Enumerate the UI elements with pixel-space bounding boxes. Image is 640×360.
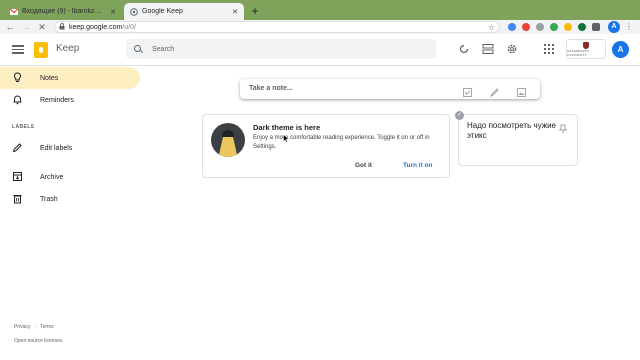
- sidebar-item-notes[interactable]: Notes: [0, 67, 140, 89]
- tab-gmail[interactable]: Входящие (9) - lbarnkz@gmail. ✕: [4, 3, 122, 20]
- mouse-cursor-icon: [283, 130, 290, 143]
- new-image-icon[interactable]: [517, 84, 526, 97]
- google-apps-icon[interactable]: [544, 44, 554, 54]
- account-avatar[interactable]: A: [612, 41, 629, 58]
- sidebar-item-label: Trash: [40, 195, 58, 203]
- org-logo-text: NAZARBAYEV UNIVERSITY: [567, 48, 590, 57]
- extension-icon[interactable]: [578, 23, 586, 31]
- promo-body: Enjoy a more comfortable reading experie…: [253, 135, 430, 150]
- lamp-illustration: [211, 123, 245, 157]
- lightbulb-icon: [12, 72, 23, 83]
- address-bar[interactable]: keep.google.com/u/0/ ☆: [54, 21, 500, 33]
- turn-it-on-button[interactable]: Turn it on: [399, 160, 436, 171]
- extensions-puzzle-icon[interactable]: [592, 23, 600, 31]
- sidebar-item-label: Archive: [40, 173, 64, 181]
- dark-theme-promo-card: Dark theme is here Enjoy a more comforta…: [202, 114, 450, 178]
- separator-dot: ·: [34, 324, 37, 330]
- tab-title: Входящие (9) - lbarnkz@gmail.: [22, 8, 106, 15]
- browser-menu-icon[interactable]: ⋮: [624, 21, 634, 33]
- forward-arrow-icon[interactable]: →: [20, 21, 32, 33]
- trash-icon: [12, 193, 23, 204]
- back-arrow-icon[interactable]: ←: [4, 21, 16, 33]
- keep-icon: [130, 7, 138, 16]
- tab-title: Google Keep: [142, 8, 183, 15]
- pencil-icon: [12, 142, 23, 153]
- new-drawing-brush-icon[interactable]: [489, 84, 499, 98]
- extension-icon[interactable]: [522, 23, 530, 31]
- settings-gear-icon[interactable]: [506, 43, 518, 55]
- extension-icon[interactable]: [564, 23, 572, 31]
- select-note-check-icon[interactable]: ✓: [455, 111, 464, 120]
- app-header: Keep Search NAZARBAYEV UNIVERSITY A: [0, 34, 640, 66]
- archive-icon: [12, 171, 23, 182]
- tab-strip: Входящие (9) - lbarnkz@gmail. ✕ Google K…: [0, 0, 640, 20]
- extension-icon[interactable]: [550, 23, 558, 31]
- browser-profile-avatar[interactable]: A: [608, 21, 620, 33]
- keep-logo-icon[interactable]: [34, 42, 48, 58]
- main-menu-icon[interactable]: [12, 43, 24, 55]
- sidebar-item-label: Edit labels: [40, 144, 73, 152]
- close-tab-icon[interactable]: ✕: [232, 8, 238, 16]
- app-title[interactable]: Keep: [56, 43, 79, 54]
- tab-keep[interactable]: Google Keep ✕: [124, 3, 244, 20]
- organization-logo[interactable]: NAZARBAYEV UNIVERSITY: [566, 39, 606, 59]
- gmail-icon: [10, 8, 18, 16]
- search-bar[interactable]: Search: [126, 39, 436, 59]
- open-source-licenses-link[interactable]: Open-source licenses: [14, 338, 62, 344]
- labels-heading: LABELS: [12, 124, 35, 130]
- list-view-icon[interactable]: [482, 43, 494, 55]
- browser-toolbar: ← → ✕ keep.google.com/u/0/ ☆ A ⋮: [0, 20, 640, 34]
- url-host: keep.google.com: [69, 23, 123, 31]
- university-crest-icon: [583, 41, 589, 49]
- note-card[interactable]: Надо посмотреть чужие этикс: [458, 114, 578, 166]
- pin-icon[interactable]: [558, 121, 568, 134]
- lock-icon: [59, 22, 65, 32]
- sidebar-item-label: Reminders: [40, 96, 74, 104]
- url-path: /u/0/: [122, 23, 136, 31]
- bookmark-star-icon[interactable]: ☆: [488, 23, 495, 32]
- take-note-bar[interactable]: Take a note...: [240, 79, 540, 99]
- sidebar-item-edit-labels[interactable]: Edit labels: [0, 137, 140, 159]
- stop-loading-icon[interactable]: ✕: [36, 21, 48, 33]
- extension-icon[interactable]: [508, 23, 516, 31]
- sidebar-item-archive[interactable]: Archive: [0, 166, 140, 188]
- note-title: Надо посмотреть чужие этикс: [467, 121, 556, 140]
- new-tab-button[interactable]: +: [248, 4, 262, 18]
- browser-window: Входящие (9) - lbarnkz@gmail. ✕ Google K…: [0, 0, 640, 360]
- sidebar-item-label: Notes: [40, 74, 59, 82]
- sidebar-item-trash[interactable]: Trash: [0, 188, 140, 210]
- extension-icon[interactable]: [536, 23, 544, 31]
- search-input[interactable]: Search: [152, 46, 174, 53]
- new-list-checkbox-icon[interactable]: [463, 84, 472, 97]
- footer-links: Privacy · Terms: [14, 324, 54, 330]
- privacy-link[interactable]: Privacy: [14, 324, 30, 330]
- search-icon[interactable]: [134, 44, 143, 54]
- got-it-button[interactable]: Got it: [351, 160, 376, 171]
- sidebar-item-reminders[interactable]: Reminders: [0, 89, 140, 111]
- terms-link[interactable]: Terms: [40, 324, 54, 330]
- sidebar: Notes Reminders LABELS Edit labels Archi…: [0, 66, 140, 360]
- bell-icon: [12, 94, 23, 105]
- take-note-input[interactable]: Take a note...: [249, 85, 293, 92]
- refresh-icon[interactable]: [458, 43, 470, 55]
- close-tab-icon[interactable]: ✕: [110, 8, 116, 16]
